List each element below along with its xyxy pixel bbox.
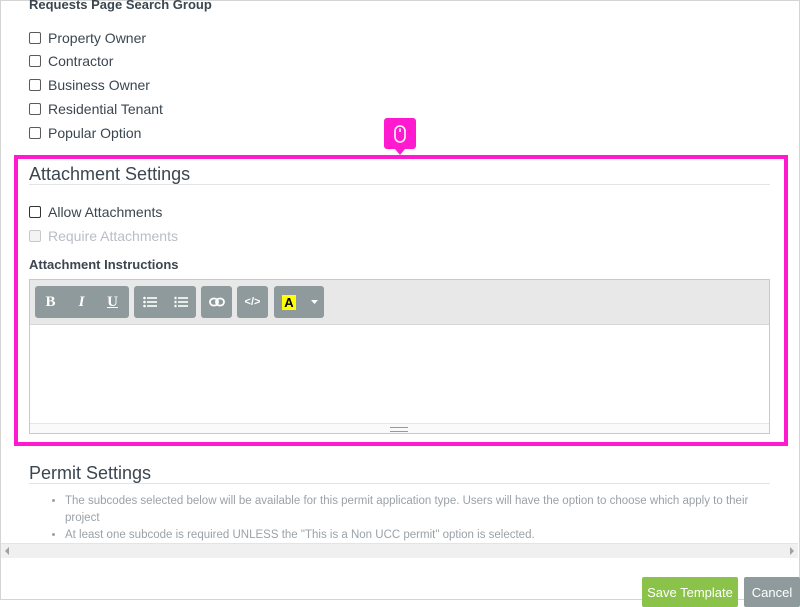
code-view-button[interactable]: </> [237,286,268,318]
checkbox[interactable] [29,127,41,139]
note-item: At least one subcode is required UNLESS … [65,527,785,544]
editor-content-area[interactable] [30,325,769,425]
allow-attachments-checkbox[interactable]: Allow Attachments [29,203,162,221]
section-divider [29,483,770,484]
bullet-list-button[interactable] [134,286,165,318]
highlight-dropdown-button[interactable] [304,286,324,318]
list-button-group [134,286,196,318]
editor-resize-handle[interactable] [30,423,769,433]
permit-settings-title: Permit Settings [29,463,152,483]
checkbox-business-owner[interactable]: Business Owner [29,76,150,94]
permit-notes: The subcodes selected below will be avai… [52,493,785,544]
link-button-group [201,286,232,318]
link-button[interactable] [201,286,232,318]
checkbox-popular-option[interactable]: Popular Option [29,124,141,142]
checkbox[interactable] [29,32,41,44]
bullet-list-icon [142,296,157,308]
checkbox-label: Popular Option [48,125,142,141]
editor-toolbar: B I U </> A [30,280,769,325]
checkbox-label: Require Attachments [48,228,178,244]
search-group-title: Requests Page Search Group [29,0,212,12]
numbered-list-icon [174,296,188,308]
mouse-icon [394,124,406,143]
checkbox[interactable] [29,103,41,115]
italic-button[interactable]: I [66,286,97,318]
click-indicator [384,118,416,155]
numbered-list-button[interactable] [165,286,196,318]
grip-icon [390,427,408,432]
checkbox-contractor[interactable]: Contractor [29,52,113,70]
scroll-right-icon[interactable] [790,547,794,555]
checkbox-label: Business Owner [48,77,150,93]
checkbox[interactable] [29,55,41,67]
checkbox[interactable] [29,79,41,91]
rich-text-editor: B I U </> A [29,279,770,434]
require-attachments-checkbox: Require Attachments [29,227,178,245]
bold-button[interactable]: B [35,286,66,318]
scroll-left-icon[interactable] [5,547,9,555]
section-divider [29,184,770,185]
checkbox-label: Contractor [48,53,114,69]
checkbox-label: Residential Tenant [48,101,163,117]
note-item: The subcodes selected below will be avai… [65,493,785,527]
horizontal-scrollbar[interactable] [1,543,798,558]
caret-down-icon [310,300,318,304]
underline-button[interactable]: U [97,286,128,318]
format-button-group: B I U [35,286,129,318]
attachment-settings-title: Attachment Settings [29,164,191,184]
checkbox-label: Property Owner [48,30,147,46]
attachment-instructions-label: Attachment Instructions [29,257,179,272]
link-icon [208,297,225,307]
code-button-group: </> [237,286,268,318]
cancel-button[interactable]: Cancel [744,577,800,607]
highlight-color-button[interactable]: A [274,286,304,318]
save-template-button[interactable]: Save Template [642,577,738,607]
checkbox [29,230,41,242]
highlight-button-group: A [274,286,324,318]
checkbox-label: Allow Attachments [48,204,163,220]
highlight-color-swatch: A [282,294,296,310]
checkbox-property-owner[interactable]: Property Owner [29,29,146,47]
checkbox[interactable] [29,206,41,218]
checkbox-residential-tenant[interactable]: Residential Tenant [29,100,163,118]
